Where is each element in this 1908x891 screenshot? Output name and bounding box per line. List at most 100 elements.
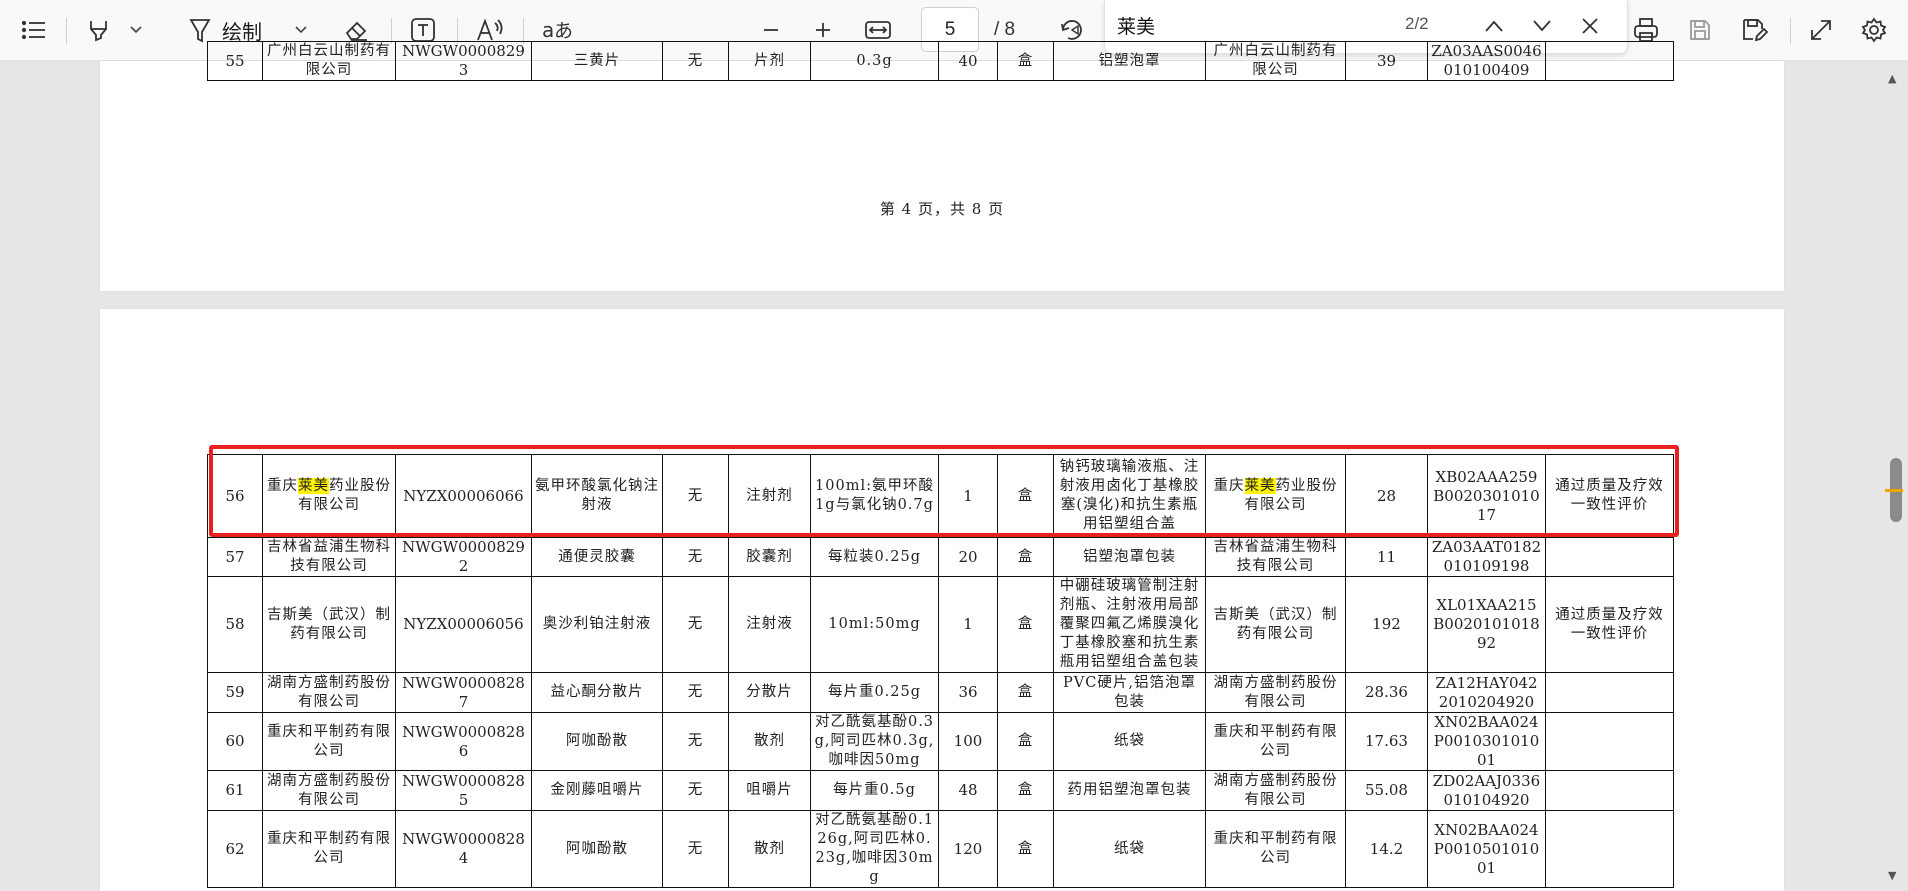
cell-package-quantity: 40 bbox=[938, 41, 998, 81]
cell-unit: 盒 bbox=[997, 672, 1054, 713]
minus-icon bbox=[764, 29, 778, 31]
cell-product-code: XN02BAA024P001030101001 bbox=[1427, 712, 1546, 771]
cell-dosage-form: 注射液 bbox=[728, 576, 811, 673]
close-icon bbox=[1582, 18, 1598, 34]
printer-icon bbox=[1634, 18, 1658, 42]
scroll-down-arrow-icon[interactable]: ▼ bbox=[1888, 869, 1896, 882]
cell-drug-code: NWGW00008284 bbox=[395, 810, 532, 888]
cell-packaging-material: 中硼硅玻璃管制注射剂瓶、注射液用局部覆聚四氟乙烯膜溴化丁基橡胶塞和抗生素瓶用铝塑… bbox=[1053, 576, 1206, 673]
read-aloud-icon bbox=[477, 18, 503, 41]
table-row: 57 吉林省益浦生物科技有限公司 NWGW00008292 通便灵胶囊无胶囊剂 每粒装0… bbox=[207, 537, 1674, 577]
text-box-icon bbox=[411, 18, 435, 42]
rotate-icon bbox=[1061, 20, 1082, 40]
cell-product-code: XL01XAA215B002010101892 bbox=[1427, 576, 1546, 673]
cell-license-holder: 重庆和平制药有限公司 bbox=[1205, 810, 1346, 888]
cell-drug-name: 阿咖酚散 bbox=[531, 810, 663, 888]
save-as-button[interactable] bbox=[1736, 12, 1772, 48]
cell-drug-name: 三黄片 bbox=[531, 41, 663, 81]
fullscreen-button[interactable] bbox=[1803, 12, 1839, 48]
cell-price: 17.63 bbox=[1345, 712, 1428, 771]
scroll-up-arrow-icon[interactable]: ▲ bbox=[1888, 72, 1896, 85]
cell-row-number: 55 bbox=[207, 41, 263, 81]
cell-specification-flag: 无 bbox=[662, 712, 729, 771]
cell-evaluation-status bbox=[1545, 712, 1674, 771]
cell-specification-flag: 无 bbox=[662, 672, 729, 713]
cell-dosage-form: 注射剂 bbox=[728, 454, 811, 538]
cell-product-code: XN02BAA024P001050101001 bbox=[1427, 810, 1546, 888]
highlight-button[interactable] bbox=[80, 12, 116, 48]
cell-strength: 0.3g bbox=[810, 41, 939, 81]
cell-packaging-material: 纸袋 bbox=[1053, 810, 1206, 888]
cell-unit: 盒 bbox=[997, 810, 1054, 888]
table-row: 60 重庆和平制药有限公司 NWGW00008286 阿咖酚散无散剂 对乙酰氨基酚0.3… bbox=[207, 712, 1674, 771]
cell-packaging-material: 药用铝塑泡罩包装 bbox=[1053, 770, 1206, 811]
table-row: 59 湖南方盛制药股份有限公司 NWGW00008287 益心酮分散片无分散片 每片重0… bbox=[207, 672, 1674, 713]
pen-icon bbox=[189, 19, 211, 43]
cell-specification-flag: 无 bbox=[662, 770, 729, 811]
chevron-down-icon bbox=[1533, 20, 1551, 32]
cell-manufacturer: 湖南方盛制药股份有限公司 bbox=[262, 770, 396, 811]
highlight-options-dropdown[interactable] bbox=[124, 12, 148, 48]
cell-dosage-form: 散剂 bbox=[728, 712, 811, 771]
table-row: 62 重庆和平制药有限公司 NWGW00008284 阿咖酚散无散剂 对乙酰氨基酚0.1… bbox=[207, 810, 1674, 888]
cell-drug-code: NWGW00008293 bbox=[395, 41, 532, 81]
cell-strength: 每片重0.25g bbox=[810, 672, 939, 713]
cell-evaluation-status: 通过质量及疗效一致性评价 bbox=[1545, 454, 1674, 538]
cell-manufacturer: 湖南方盛制药股份有限公司 bbox=[262, 672, 396, 713]
cell-packaging-material: 纸袋 bbox=[1053, 712, 1206, 771]
settings-button[interactable] bbox=[1856, 12, 1892, 48]
save-as-icon bbox=[1743, 19, 1768, 42]
table-of-contents-button[interactable] bbox=[18, 12, 50, 48]
svg-text:あ: あ bbox=[554, 20, 573, 42]
cell-license-holder: 湖南方盛制药股份有限公司 bbox=[1205, 672, 1346, 713]
cell-drug-name: 氨甲环酸氯化钠注射液 bbox=[531, 454, 663, 538]
cell-price: 11 bbox=[1345, 537, 1428, 577]
save-button[interactable] bbox=[1682, 12, 1718, 48]
cell-drug-name: 通便灵胶囊 bbox=[531, 537, 663, 577]
next-result-button[interactable] bbox=[1522, 8, 1562, 44]
toolbar-separator bbox=[66, 18, 67, 44]
search-result-marker bbox=[1885, 489, 1903, 492]
search-input[interactable] bbox=[1115, 9, 1389, 41]
cell-unit: 盒 bbox=[997, 537, 1054, 577]
cell-drug-name: 阿咖酚散 bbox=[531, 712, 663, 771]
chevron-down-icon bbox=[295, 26, 307, 34]
cell-price: 192 bbox=[1345, 576, 1428, 673]
search-result-count: 2/2 bbox=[1405, 14, 1429, 33]
drug-table-page-4: 55 广州白云山制药有限公司 NWGW00008293 三黄片无片剂 0.3g 40 盒铝塑… bbox=[207, 41, 1674, 81]
cell-package-quantity: 1 bbox=[938, 454, 998, 538]
cell-manufacturer: 吉斯美（武汉）制药有限公司 bbox=[262, 576, 396, 673]
previous-result-button[interactable] bbox=[1474, 8, 1514, 44]
pdf-page-5: 56 重庆莱美药业股份有限公司 NYZX00006066 氨甲环酸氯化钠注射液无注射剂… bbox=[100, 309, 1784, 891]
table-row: 55 广州白云山制药有限公司 NWGW00008293 三黄片无片剂 0.3g 40 盒铝塑… bbox=[207, 41, 1674, 81]
toolbar-separator bbox=[1790, 18, 1791, 44]
cell-strength: 对乙酰氨基酚0.3g,阿司匹林0.3g,咖啡因50mg bbox=[810, 712, 939, 771]
table-body: 56 重庆莱美药业股份有限公司 NYZX00006066 氨甲环酸氯化钠注射液无注射剂… bbox=[207, 454, 1674, 888]
cell-manufacturer: 重庆和平制药有限公司 bbox=[262, 712, 396, 771]
cell-dosage-form: 散剂 bbox=[728, 810, 811, 888]
cell-drug-name: 奥沙利铂注射液 bbox=[531, 576, 663, 673]
cell-drug-name: 金刚藤咀嚼片 bbox=[531, 770, 663, 811]
search-match-highlight: 莱美 bbox=[1244, 478, 1276, 494]
cell-evaluation-status: 通过质量及疗效一致性评价 bbox=[1545, 576, 1674, 673]
cell-license-holder: 吉林省益浦生物科技有限公司 bbox=[1205, 537, 1346, 577]
current-page-number: 5 bbox=[944, 18, 956, 40]
cell-drug-code: NWGW00008292 bbox=[395, 537, 532, 577]
cell-package-quantity: 20 bbox=[938, 537, 998, 577]
cell-row-number: 60 bbox=[207, 712, 263, 771]
cell-drug-code: NWGW00008285 bbox=[395, 770, 532, 811]
fit-width-icon bbox=[865, 21, 891, 39]
cell-strength: 100ml:氨甲环酸1g与氯化钠0.7g bbox=[810, 454, 939, 538]
cell-row-number: 61 bbox=[207, 770, 263, 811]
cell-package-quantity: 48 bbox=[938, 770, 998, 811]
cell-row-number: 56 bbox=[207, 454, 263, 538]
search-match-highlight: 莱美 bbox=[298, 478, 329, 494]
cell-row-number: 62 bbox=[207, 810, 263, 888]
cell-unit: 盒 bbox=[997, 770, 1054, 811]
cell-strength: 10ml:50mg bbox=[810, 576, 939, 673]
cell-specification-flag: 无 bbox=[662, 810, 729, 888]
pdf-page-4: 55 广州白云山制药有限公司 NWGW00008293 三黄片无片剂 0.3g 40 盒铝塑… bbox=[100, 41, 1784, 291]
close-search-button[interactable] bbox=[1570, 8, 1610, 44]
chevron-down-icon bbox=[130, 26, 142, 34]
cell-license-holder: 吉斯美（武汉）制药有限公司 bbox=[1205, 576, 1346, 673]
